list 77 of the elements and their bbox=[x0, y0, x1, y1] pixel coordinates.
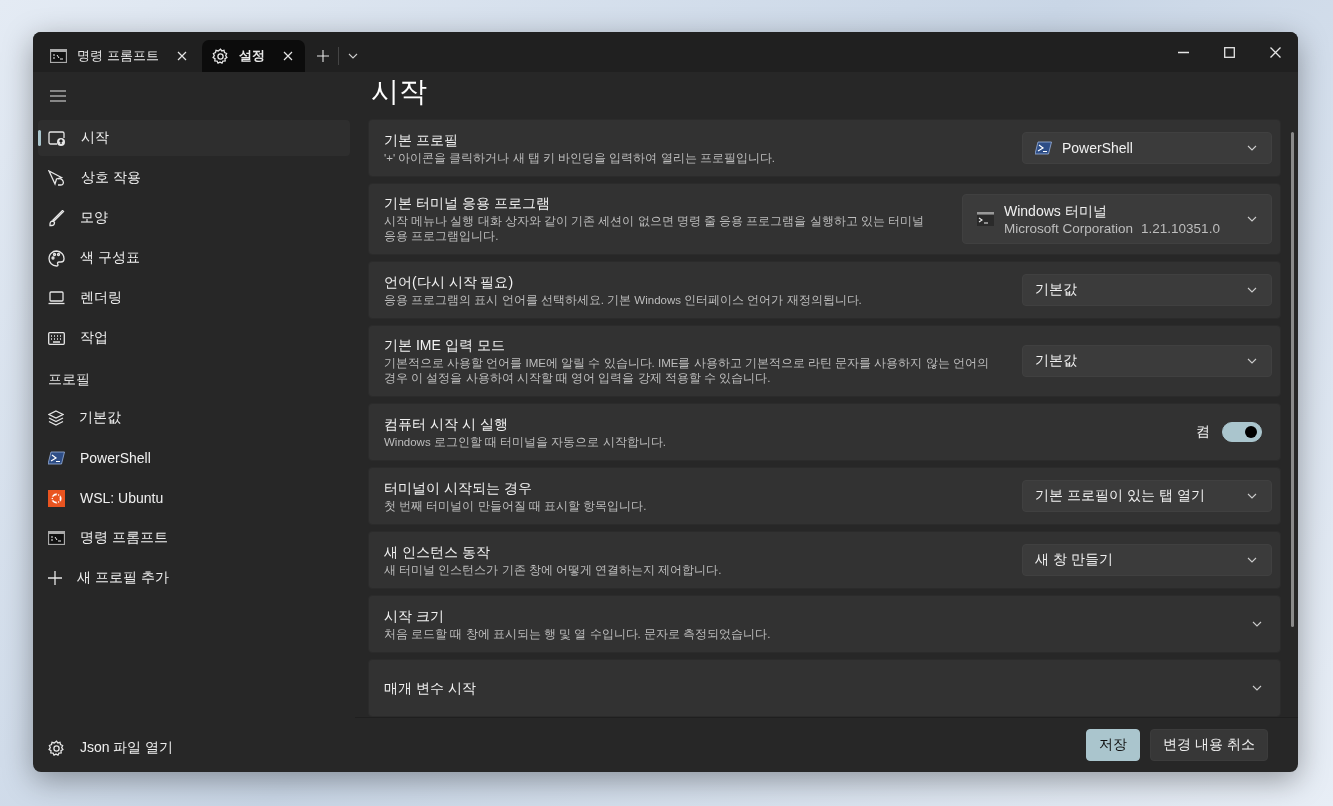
chevron-icon bbox=[347, 53, 358, 59]
close-icon bbox=[282, 51, 293, 61]
open-json-link[interactable]: Json 파일 열기 bbox=[38, 730, 350, 766]
profile-icon bbox=[48, 489, 65, 507]
discard-button[interactable]: 변경 내용 취소 bbox=[1150, 729, 1268, 761]
setting-title: 컴퓨터 시작 시 실행 bbox=[384, 414, 509, 434]
chevron-icon bbox=[1247, 287, 1257, 293]
expand-button[interactable] bbox=[1252, 685, 1262, 691]
tab[interactable]: 설정 bbox=[201, 40, 305, 72]
setting-description: 처음 로드할 때 창에 표시되는 행 및 열 수입니다. 문자로 측정되었습니다. bbox=[384, 626, 772, 642]
profile-icon bbox=[1035, 141, 1052, 155]
maximize-icon bbox=[1223, 46, 1235, 58]
dropdown[interactable]: 기본 프로필이 있는 탭 열기 bbox=[1022, 480, 1272, 512]
tab[interactable]: 명령 프롬프트 bbox=[40, 40, 199, 72]
chevron-icon bbox=[1252, 621, 1262, 627]
chevron-icon bbox=[1252, 685, 1262, 691]
setting-title: 기본 프로필 bbox=[384, 130, 459, 150]
sidebar-item[interactable]: 색 구성표 bbox=[38, 240, 350, 276]
toggle-switch[interactable] bbox=[1222, 422, 1262, 442]
dropdown[interactable]: 기본값 bbox=[1022, 274, 1272, 306]
nav-icon bbox=[48, 209, 65, 227]
chevron-icon bbox=[1247, 557, 1257, 563]
plus-icon bbox=[48, 571, 62, 585]
sidebar-item[interactable]: 작업 bbox=[38, 320, 350, 356]
profile-item[interactable]: 명령 프롬프트 bbox=[38, 520, 350, 556]
profile-icon bbox=[48, 451, 65, 465]
chevron-icon bbox=[1247, 493, 1257, 499]
setting-title: 매개 변수 시작 bbox=[384, 678, 477, 698]
toggle-state-label: 켬 bbox=[1196, 423, 1210, 441]
chevron-icon bbox=[1247, 216, 1257, 222]
chevron-icon bbox=[1247, 145, 1257, 151]
scrollbar[interactable] bbox=[1291, 132, 1294, 627]
setting-title: 언어(다시 시작 필요) bbox=[384, 272, 515, 292]
setting-description: 응용 프로그램의 표시 언어를 선택하세요. 기본 Windows 인터페이스 언어가 재정의됩니다. bbox=[384, 292, 863, 308]
dropdown[interactable]: 기본값 bbox=[1022, 345, 1272, 377]
sidebar-item[interactable]: 시작 bbox=[38, 120, 350, 156]
setting-title: 기본 IME 입력 모드 bbox=[384, 336, 506, 355]
profile-icon bbox=[48, 410, 64, 426]
page-title: 시작 bbox=[371, 75, 428, 109]
nav-icon bbox=[48, 291, 65, 305]
profile-item[interactable]: 기본값 bbox=[38, 400, 350, 436]
plus-icon bbox=[316, 50, 329, 62]
nav-icon bbox=[48, 170, 66, 186]
dropdown[interactable]: PowerShell bbox=[1022, 132, 1272, 164]
nav-icon bbox=[48, 249, 65, 267]
terminal-icon bbox=[50, 49, 67, 63]
profile-icon bbox=[48, 531, 65, 545]
dropdown[interactable]: Windows 터미널 Microsoft Corporation 1.21.10351.0 bbox=[962, 194, 1272, 244]
setting-description: 시작 메뉴나 실행 대화 상자와 같이 기존 세션이 없으면 명령 줄 응용 프로그램을 실행하고 있는 터미널 응용 프로그램입니다. bbox=[384, 214, 925, 244]
close-icon bbox=[1269, 46, 1281, 58]
settings-icon bbox=[48, 739, 65, 757]
save-button[interactable]: 저장 bbox=[1086, 729, 1141, 761]
setting-title: 터미널이 시작되는 경우 bbox=[384, 478, 533, 498]
profile-item[interactable]: PowerShell bbox=[38, 440, 350, 476]
setting-description: 기본적으로 사용할 언어를 IME에 알릴 수 있습니다. IME를 사용하고 기본적으로 라틴 문자를 사용하지 않는 언어의 경우 이 설정을 사용하여 시작할 때 영어 입력을 강제 적용할 수 있습니다. bbox=[384, 356, 990, 386]
expand-button[interactable] bbox=[1252, 621, 1262, 627]
sidebar-item[interactable]: 모양 bbox=[38, 200, 350, 236]
add-profile-item[interactable]: 새 프로필 추가 bbox=[38, 560, 350, 596]
setting-description: 새 터미널 인스턴스가 기존 창에 어떻게 연결하는지 제어합니다. bbox=[384, 562, 723, 578]
sidebar-item[interactable]: 상호 작용 bbox=[38, 160, 350, 196]
settings-icon bbox=[211, 47, 229, 65]
setting-title: 시작 크기 bbox=[384, 606, 445, 626]
setting-title: 새 인스턴스 동작 bbox=[384, 542, 491, 562]
terminal-icon bbox=[977, 212, 994, 226]
setting-description: 첫 번째 터미널이 만들어질 때 표시할 항목입니다. bbox=[384, 498, 648, 514]
section-header: 프로필 bbox=[47, 370, 91, 389]
close-icon bbox=[176, 51, 187, 61]
dropdown[interactable]: 새 창 만들기 bbox=[1022, 544, 1272, 576]
sidebar-item[interactable]: 렌더링 bbox=[38, 280, 350, 316]
nav-icon bbox=[48, 130, 66, 146]
setting-title: 기본 터미널 응용 프로그램 bbox=[384, 194, 551, 213]
chevron-icon bbox=[1247, 358, 1257, 364]
setting-description: '+' 아이콘을 클릭하거나 새 탭 키 바인딩을 입력하여 열리는 프로필입니다. bbox=[384, 150, 777, 166]
menu-icon bbox=[50, 90, 66, 102]
nav-icon bbox=[48, 331, 65, 345]
profile-item[interactable]: WSL: Ubuntu bbox=[38, 480, 350, 516]
setting-description: Windows 로그인할 때 터미널을 자동으로 시작합니다. bbox=[384, 434, 667, 450]
